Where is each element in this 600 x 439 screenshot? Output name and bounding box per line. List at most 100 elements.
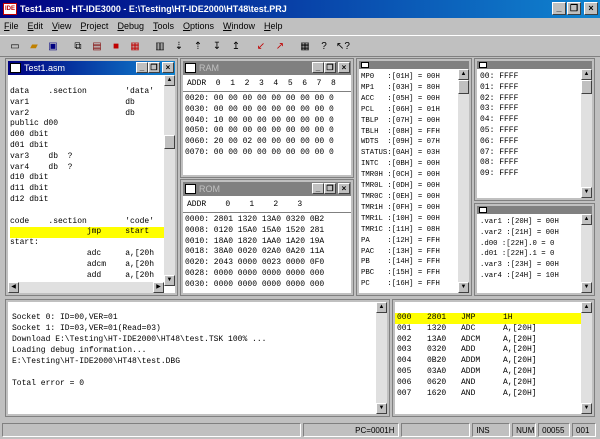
register-row[interactable]: PC :[16H] = FFH xyxy=(361,279,460,290)
source-line[interactable]: d12 dbit xyxy=(10,195,164,206)
rom-row[interactable]: 0000: 2801 1320 13A0 0320 0B2 xyxy=(185,215,353,226)
scroll-down-icon[interactable]: ▼ xyxy=(458,282,469,293)
output-line[interactable]: Socket 0: ID=00,VER=01 xyxy=(12,312,372,323)
rom-row[interactable]: 0030: 0000 0000 0000 0000 000 xyxy=(185,280,353,291)
source-line[interactable] xyxy=(10,206,164,217)
output-line[interactable]: Socket 1: ID=03,VER=01(Read=03) xyxy=(12,323,372,334)
disassembly-list[interactable]: 000 2801 JMP 1H 001 1320 ADC A,[20H] 002 13A0 ADCM… xyxy=(395,313,581,410)
print-icon[interactable]: ▦ xyxy=(296,37,314,55)
vertical-scrollbar[interactable]: ▲ ▼ xyxy=(581,69,592,198)
register-row[interactable]: TMR1H :[0FH] = 00H xyxy=(361,203,460,214)
step-out-icon[interactable]: ↧ xyxy=(208,37,226,55)
disassembly-row[interactable]: 002 13A0 ADCM A,[20H] xyxy=(395,335,581,346)
stack-row[interactable]: 01: FFFF xyxy=(480,83,580,94)
source-line[interactable]: var1 db xyxy=(10,98,164,109)
source-line[interactable]: data .section 'data' xyxy=(10,87,164,98)
disassembly-row[interactable]: 001 1320 ADC A,[20H] xyxy=(395,324,581,335)
scroll-down-icon[interactable]: ▼ xyxy=(164,275,175,286)
watch-row[interactable]: .d00 :[22H].0 = 0 xyxy=(480,239,582,250)
ram-row[interactable]: 0020: 00 00 00 00 00 00 00 00 0 xyxy=(185,94,353,105)
stack-row[interactable]: 07: FFFF xyxy=(480,148,580,159)
rom-window-title-bar[interactable]: ROM _ ❐ × xyxy=(183,182,351,196)
register-row[interactable]: TMR1L :[10H] = 00H xyxy=(361,214,460,225)
rom-row[interactable]: 0008: 0120 15A0 15A0 1520 281 xyxy=(185,226,353,237)
watch-row[interactable]: .var4 :[24H] = 10H xyxy=(480,271,582,282)
source-line[interactable]: adc a,[20h xyxy=(10,249,164,260)
minimize-icon[interactable]: _ xyxy=(312,183,324,194)
source-line[interactable]: var2 db xyxy=(10,109,164,120)
close-icon[interactable]: × xyxy=(338,183,350,194)
stack-row[interactable]: 00: FFFF xyxy=(480,72,580,83)
scroll-up-icon[interactable]: ▲ xyxy=(164,75,175,86)
horizontal-scrollbar[interactable]: ◀ ▶ xyxy=(8,282,164,293)
register-row[interactable]: ACC :[05H] = 00H xyxy=(361,94,460,105)
disassembly-row[interactable]: 006 0620 AND A,[20H] xyxy=(395,378,581,389)
menu-help[interactable]: Help xyxy=(264,21,283,31)
scroll-up-icon[interactable]: ▲ xyxy=(581,214,592,225)
stack-row[interactable]: 08: FFFF xyxy=(480,158,580,169)
ram-row[interactable]: 0030: 00 00 00 00 00 00 00 00 0 xyxy=(185,105,353,116)
minimize-icon[interactable]: _ xyxy=(136,62,148,73)
source-line-current[interactable]: jmp start xyxy=(10,227,164,239)
scroll-up-icon[interactable]: ▲ xyxy=(581,302,592,313)
ram-row[interactable]: 0060: 20 00 02 00 00 00 00 00 0 xyxy=(185,137,353,148)
restore-icon[interactable]: ❐ xyxy=(324,183,336,194)
reset-icon[interactable]: ↙ xyxy=(252,37,270,55)
source-line[interactable]: d00 dbit xyxy=(10,130,164,141)
watch-list[interactable]: .var1 :[20H] = 00H .var2 :[21H] = 00H .d00… xyxy=(480,217,582,293)
step-over-icon[interactable]: ⇡ xyxy=(189,37,207,55)
scroll-up-icon[interactable]: ▲ xyxy=(581,69,592,80)
ram-window-title-bar[interactable]: RAM _ ❐ × xyxy=(183,61,351,75)
ram-row[interactable]: 0050: 00 00 00 00 00 00 00 00 0 xyxy=(185,126,353,137)
power-on-reset-icon[interactable]: ↗ xyxy=(271,37,289,55)
stack-row[interactable]: 03: FFFF xyxy=(480,104,580,115)
vertical-scrollbar[interactable]: ▲ ▼ xyxy=(164,75,175,286)
stack-list[interactable]: 00: FFFF 01: FFFF 02: FFFF 03: FFFF 04: FFFF… xyxy=(480,72,580,198)
output-line[interactable] xyxy=(12,367,372,378)
scroll-down-icon[interactable]: ▼ xyxy=(581,282,592,293)
output-line[interactable]: Total error = 0 xyxy=(12,378,372,389)
stack-window-title-bar[interactable] xyxy=(477,61,592,69)
restore-icon[interactable]: ❐ xyxy=(148,62,160,73)
menu-window[interactable]: Window xyxy=(223,21,255,31)
close-icon[interactable]: × xyxy=(584,2,598,15)
watch-row[interactable]: .d01 :[22H].1 = 0 xyxy=(480,249,582,260)
source-line[interactable]: code .section 'code' xyxy=(10,217,164,228)
source-line[interactable]: d01 dbit xyxy=(10,141,164,152)
menu-edit[interactable]: Edit xyxy=(28,21,44,31)
source-line[interactable]: var4 db ? xyxy=(10,163,164,174)
register-row[interactable]: TBLP :[07H] = 00H xyxy=(361,116,460,127)
rom-row[interactable]: 0010: 18A0 1820 1AA0 1A20 19A xyxy=(185,237,353,248)
ram-row[interactable]: 0070: 00 00 00 00 00 00 00 00 0 xyxy=(185,148,353,159)
scroll-down-icon[interactable]: ▼ xyxy=(581,403,592,414)
register-row[interactable]: PBC :[15H] = FFH xyxy=(361,268,460,279)
register-window-title-bar[interactable] xyxy=(359,61,469,69)
register-row[interactable]: MP0 :[01H] = 00H xyxy=(361,72,460,83)
source-line[interactable]: add a,[20h xyxy=(10,271,164,282)
register-list[interactable]: MP0 :[01H] = 00H MP1 :[03H] = 80H ACC :[05… xyxy=(361,72,460,293)
restore-icon[interactable]: ❐ xyxy=(324,62,336,73)
register-row[interactable]: TMR0C :[0EH] = 00H xyxy=(361,192,460,203)
source-line[interactable]: var3 db ? xyxy=(10,152,164,163)
register-row[interactable]: PCL :[06H] = 01H xyxy=(361,105,460,116)
vertical-scrollbar[interactable]: ▲ ▼ xyxy=(376,302,387,414)
menu-file[interactable]: File xyxy=(4,21,19,31)
minimize-icon[interactable]: _ xyxy=(312,62,324,73)
scroll-up-icon[interactable]: ▲ xyxy=(458,69,469,80)
stack-row[interactable]: 06: FFFF xyxy=(480,137,580,148)
source-line[interactable]: d11 dbit xyxy=(10,184,164,195)
menu-options[interactable]: Options xyxy=(183,21,214,31)
stack-row[interactable]: 02: FFFF xyxy=(480,94,580,105)
context-help-icon[interactable]: ↖? xyxy=(334,37,352,55)
register-row[interactable]: INTC :[0BH] = 00H xyxy=(361,159,460,170)
menu-tools[interactable]: Tools xyxy=(153,21,174,31)
register-row[interactable]: TMR0L :[0DH] = 00H xyxy=(361,181,460,192)
ram-row[interactable]: 0040: 10 00 00 00 00 00 00 00 0 xyxy=(185,116,353,127)
output-line[interactable]: Loading debug information... xyxy=(12,345,372,356)
run-to-icon[interactable]: ↥ xyxy=(227,37,245,55)
vertical-scrollbar[interactable]: ▲ ▼ xyxy=(458,69,469,293)
rom-row[interactable]: 0020: 2043 0000 0023 0000 0F0 xyxy=(185,258,353,269)
rom-row[interactable]: 0018: 38A0 0020 02A0 0A20 11A xyxy=(185,247,353,258)
disassembly-row[interactable]: 003 0320 ADD A,[20H] xyxy=(395,345,581,356)
source-window-title-bar[interactable]: Test1.asm _ ❐ × xyxy=(8,61,175,75)
